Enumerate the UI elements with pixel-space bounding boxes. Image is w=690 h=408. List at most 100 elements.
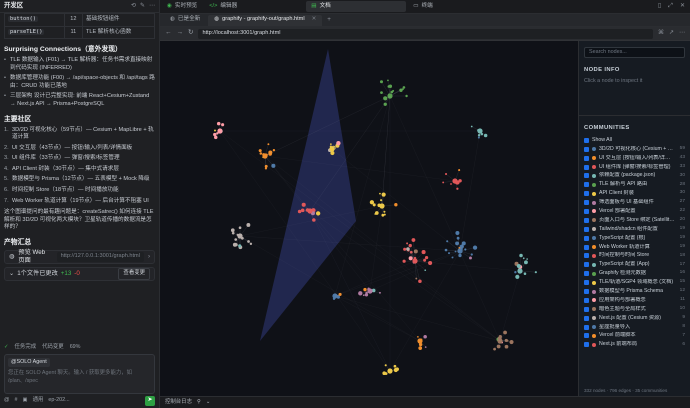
checkbox[interactable] xyxy=(584,137,589,143)
checkbox[interactable] xyxy=(584,235,589,241)
graph-node xyxy=(423,334,427,339)
filter-icon[interactable]: ⚲ xyxy=(197,399,201,406)
community-color-dot xyxy=(592,342,596,347)
checkbox[interactable] xyxy=(584,208,589,214)
tab-terminal[interactable]: ▭ 终端 xyxy=(408,1,508,12)
reload-icon[interactable]: ↻ xyxy=(188,29,193,38)
community-item[interactable]: 数据模型与 Prisma Schema 12 xyxy=(584,287,685,296)
graph-edge xyxy=(334,295,501,342)
agent-chip[interactable]: @SOLO Agent xyxy=(8,358,50,368)
community-count: 9 xyxy=(682,314,685,320)
new-chat-icon[interactable]: ✎ xyxy=(140,2,145,10)
community-item[interactable]: Graphify 检测元数据 16 xyxy=(584,269,685,278)
community-item[interactable]: API Client 封装 30 xyxy=(584,189,685,198)
community-item[interactable]: Vercel 前端脚本 7 xyxy=(584,332,685,341)
checkbox[interactable] xyxy=(584,200,589,206)
browser-tab[interactable]: ◍ 已是全新 xyxy=(164,15,206,26)
model-select[interactable]: ep-202... xyxy=(48,397,69,404)
checkbox[interactable] xyxy=(584,315,589,321)
community-item[interactable]: 应用架构与部署概念 11 xyxy=(584,296,685,305)
devtools-icon[interactable]: ⌘ xyxy=(658,29,664,37)
checkbox[interactable] xyxy=(584,297,589,303)
community-item[interactable]: Next.js 前端布局 6 xyxy=(584,340,685,349)
close-tab-icon[interactable]: ✕ xyxy=(312,16,317,24)
community-item[interactable]: TypeScript 配置 (App) 17 xyxy=(584,260,685,269)
checkbox[interactable] xyxy=(584,289,589,294)
checkbox[interactable] xyxy=(584,262,589,268)
more-icon[interactable]: ⋯ xyxy=(679,29,685,37)
image-icon[interactable]: ▣ xyxy=(22,397,27,404)
community-item[interactable]: TLE/轨道/SGP4 领域概念 (文档) 15 xyxy=(584,278,685,287)
community-count: 18 xyxy=(679,252,685,258)
checkbox[interactable] xyxy=(584,226,589,232)
community-item[interactable]: Vercel 部署配置 22 xyxy=(584,207,685,216)
back-icon[interactable]: ← xyxy=(165,29,172,38)
community-item[interactable]: 页面入口与 Store 绑定 (Satellite… 20 xyxy=(584,216,685,225)
console-label[interactable]: 控制台日志 xyxy=(165,399,192,406)
new-tab-icon[interactable]: + xyxy=(327,16,331,24)
community-count: 30 xyxy=(679,172,685,178)
more-icon[interactable]: ⋯ xyxy=(149,2,155,10)
community-item[interactable]: Web Worker 轨道计算 19 xyxy=(584,243,685,252)
tab-live-preview[interactable]: ◉ 实时预览 xyxy=(162,1,202,12)
close-icon[interactable]: ✕ xyxy=(680,2,685,10)
community-item[interactable]: 筛选面板与 UI 基础组件 27 xyxy=(584,198,685,207)
split-icon[interactable]: ▯ xyxy=(658,2,661,10)
community-item[interactable]: 依赖配置 (package.json) 30 xyxy=(584,171,685,180)
checkbox[interactable] xyxy=(584,173,589,179)
communities-list: 1. 3D/2D 可视化核心（59节点）— Cesium + MapLibre +… xyxy=(4,127,155,205)
community-color-dot xyxy=(592,156,596,161)
checkbox[interactable] xyxy=(584,164,589,170)
history-icon[interactable]: ⟲ xyxy=(131,2,136,10)
browser-tab-active[interactable]: ◍ graphify - graphify-out/graph.html ✕ xyxy=(208,14,323,26)
tab-editor[interactable]: </> 编辑器 xyxy=(204,1,304,12)
community-item[interactable]: TypeScript 配置 (根) 19 xyxy=(584,234,685,243)
checkbox[interactable] xyxy=(584,271,589,277)
url-input[interactable]: http://localhost:3001/graph.html xyxy=(198,28,653,39)
graph-node xyxy=(246,223,251,227)
graph-edge xyxy=(309,210,501,342)
checkbox[interactable] xyxy=(584,280,589,286)
forward-icon[interactable]: → xyxy=(177,29,184,38)
checkbox[interactable] xyxy=(584,342,589,348)
community-item[interactable]: Next.js 配置 (Cesium 资源) 9 xyxy=(584,314,685,323)
mode-select[interactable]: 通用 xyxy=(33,397,44,404)
code-changes-tab[interactable]: 代码变更 xyxy=(42,344,64,351)
node-search-input[interactable]: Search nodes... xyxy=(584,47,685,58)
checkbox[interactable] xyxy=(584,253,589,259)
community-item[interactable]: 3D/2D 可视化核心 (Cesium + M… 59 xyxy=(584,145,685,154)
community-item[interactable]: UI 组件库 (弹窗/搜索/标签管理) 33 xyxy=(584,163,685,172)
checkbox[interactable] xyxy=(584,306,589,312)
checkbox[interactable] xyxy=(584,333,589,339)
preview-link[interactable]: ◍ 预览 Web 页面 http://127.0.0.1:3001/graph.… xyxy=(4,249,155,264)
files-changed[interactable]: ⌄ 1个文件已更改 +13 -0 查看变更 xyxy=(4,266,155,281)
open-external-icon[interactable]: ↗ xyxy=(669,29,674,37)
checkbox[interactable] xyxy=(584,155,589,161)
send-button[interactable]: ➤ xyxy=(145,395,155,406)
checkbox[interactable] xyxy=(584,191,589,197)
at-icon[interactable]: @ xyxy=(4,397,9,404)
graph-edge xyxy=(459,130,481,252)
show-all-toggle[interactable]: Show All xyxy=(584,136,685,145)
checkbox[interactable] xyxy=(584,182,589,188)
checkbox[interactable] xyxy=(584,146,589,152)
product-heading: 产物汇总 xyxy=(4,238,32,246)
graph-edge xyxy=(334,250,461,297)
community-item[interactable]: 星座批量导入 8 xyxy=(584,323,685,332)
maximize-icon[interactable]: ⤢ xyxy=(668,2,673,10)
chevron-down-icon[interactable]: ⌄ xyxy=(206,399,211,406)
community-item[interactable]: 时间控制与时间 Store 18 xyxy=(584,252,685,261)
tab-docs[interactable]: ▤ 文档 xyxy=(306,1,407,12)
knowledge-graph-canvas[interactable] xyxy=(160,41,578,396)
view-changes-button[interactable]: 查看变更 xyxy=(118,268,150,280)
community-item[interactable]: Tailwind/shadcn 组件配置 19 xyxy=(584,225,685,234)
chat-input[interactable]: 您正在 SOLO Agent 聊天。输入 / 获取更多能力，如 /plan、/s… xyxy=(8,370,151,385)
chat-composer[interactable]: @SOLO Agent 您正在 SOLO Agent 聊天。输入 / 获取更多能… xyxy=(4,354,155,394)
community-item[interactable]: 暗色主题与全局样式 10 xyxy=(584,305,685,314)
community-item[interactable]: UI 交互层 (按钮/输入/列表/详… 43 xyxy=(584,154,685,163)
checkbox[interactable] xyxy=(584,324,589,330)
hash-icon[interactable]: # xyxy=(14,397,17,404)
checkbox[interactable] xyxy=(584,244,589,250)
community-item[interactable]: TLE 解析与 API 路由 28 xyxy=(584,180,685,189)
checkbox[interactable] xyxy=(584,217,589,223)
